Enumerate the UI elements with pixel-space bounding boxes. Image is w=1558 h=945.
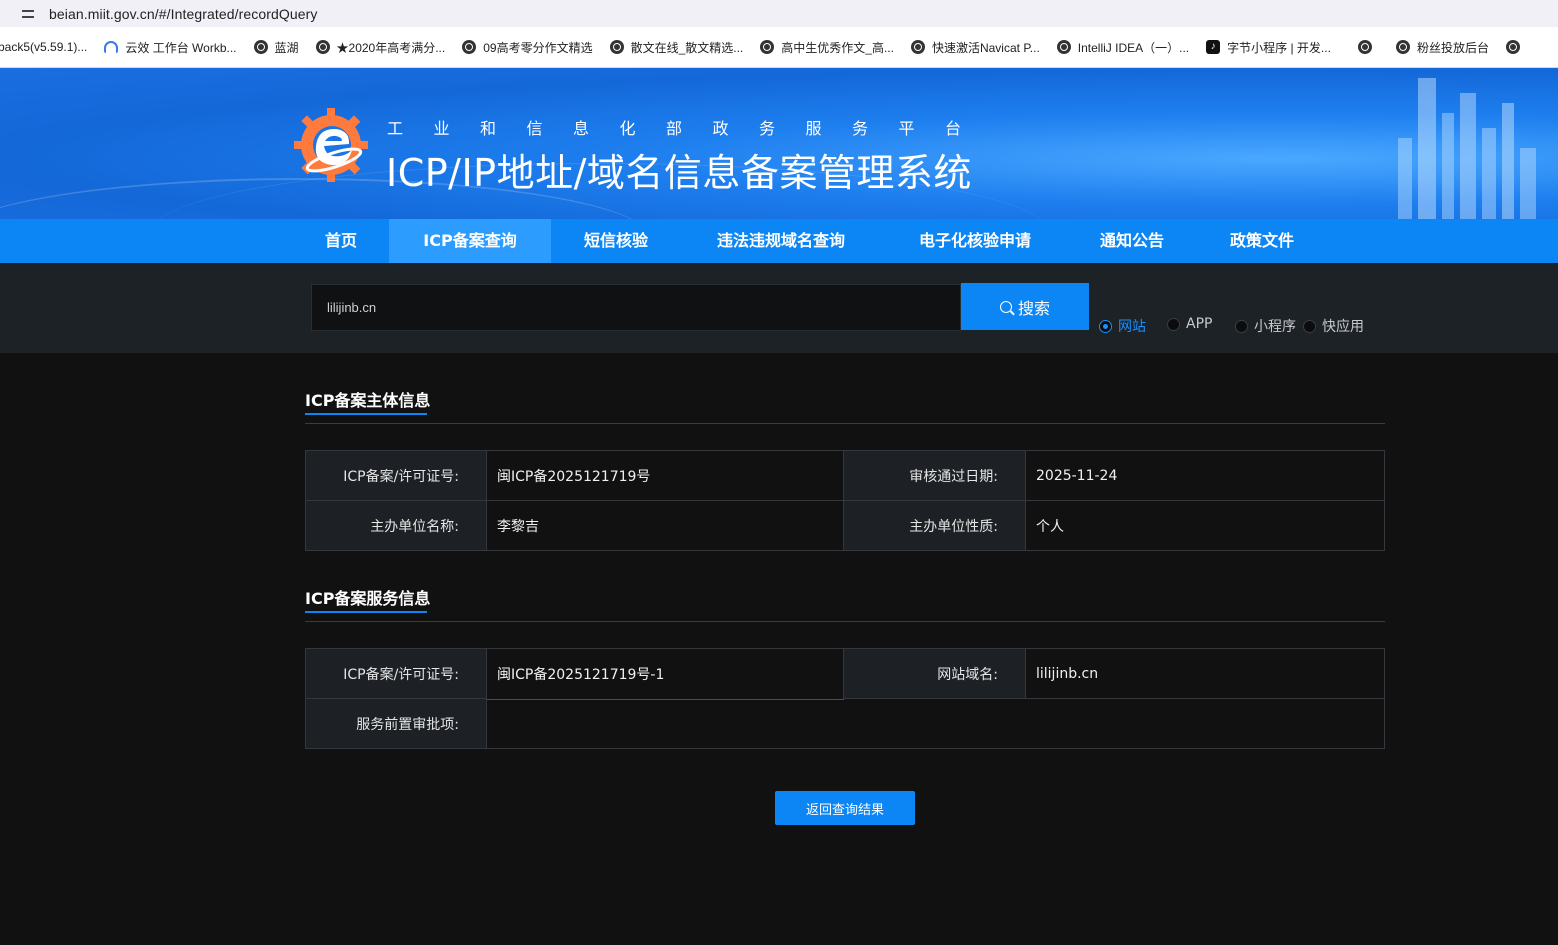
table-divider: [486, 451, 487, 550]
table-divider: [306, 500, 1384, 501]
approval-date-value: 2025-11-24: [1026, 451, 1384, 501]
table-divider: [844, 698, 1384, 699]
globe-icon: [609, 40, 624, 54]
main-nav: 首页 ICP备案查询 短信核验 违法违规域名查询 电子化核验申请 通知公告 政策…: [0, 219, 1558, 263]
radio-icon: [1235, 319, 1248, 333]
table-divider: [1025, 649, 1026, 699]
approval-date-label: 审核通过日期:: [844, 451, 1026, 501]
nav-illegal-domain-query[interactable]: 违法违规域名查询: [696, 219, 866, 263]
bookmark-item[interactable]: 快速激活Navicat P...: [910, 39, 1040, 56]
search-input[interactable]: lilijinb.cn: [311, 284, 961, 331]
bookmark-item[interactable]: [1357, 40, 1379, 54]
bookmarks-bar: back5(v5.59.1)... 云效 工作台 Workb... 蓝湖 ★20…: [0, 27, 1558, 68]
bookmark-item[interactable]: 粉丝投放后台: [1395, 39, 1489, 56]
header-subtitle: 工业和信息化部政务服务平台: [387, 119, 992, 138]
table-divider: [306, 698, 486, 699]
bookmark-item[interactable]: back5(v5.59.1)...: [0, 40, 87, 54]
miit-logo-icon: [294, 108, 368, 182]
table-divider: [487, 699, 844, 700]
globe-icon: [910, 40, 925, 54]
bookmark-item[interactable]: ★2020年高考满分...: [315, 39, 445, 56]
service-license-value: 闽ICP备2025121719号-1: [487, 649, 844, 699]
nav-electronic-verify[interactable]: 电子化核验申请: [898, 219, 1052, 263]
cloud-icon: [104, 41, 119, 53]
section-underline: [305, 611, 427, 613]
radio-mini-program[interactable]: 小程序: [1235, 316, 1296, 336]
page-title: ICP/IP地址/域名信息备案管理系统: [386, 151, 972, 195]
table-divider: [843, 451, 844, 550]
radio-app[interactable]: APP: [1167, 316, 1212, 332]
nav-policy-docs[interactable]: 政策文件: [1212, 219, 1312, 263]
section-underline: [305, 413, 427, 415]
bookmark-item[interactable]: IntelliJ IDEA（一）...: [1056, 39, 1189, 56]
pre-approval-label: 服务前置审批项:: [306, 699, 487, 748]
radio-icon: [1303, 319, 1316, 333]
bookmark-item[interactable]: [1505, 40, 1527, 54]
domain-value: lilijinb.cn: [1026, 649, 1384, 699]
domain-label: 网站域名:: [844, 649, 1026, 699]
nav-home[interactable]: 首页: [305, 219, 377, 263]
nav-icp-query[interactable]: ICP备案查询: [389, 219, 551, 263]
url-text[interactable]: beian.miit.gov.cn/#/Integrated/recordQue…: [49, 6, 318, 22]
globe-icon: [1056, 40, 1071, 54]
globe-icon: [1505, 40, 1520, 54]
service-info-title: ICP备案服务信息: [305, 589, 431, 608]
bookmark-item[interactable]: 散文在线_散文精选...: [609, 39, 743, 56]
table-divider: [1025, 451, 1026, 550]
radio-selected-icon: [1099, 319, 1112, 333]
table-divider: [843, 649, 844, 699]
search-button-label: 搜索: [1017, 298, 1050, 318]
globe-icon: [253, 40, 268, 54]
globe-icon: [315, 40, 330, 54]
organizer-name-value: 李黎吉: [487, 501, 844, 550]
pre-approval-value: [487, 699, 1384, 748]
service-info-table: ICP备案/许可证号: 闽ICP备2025121719号-1 网站域名: lil…: [305, 648, 1385, 749]
city-skyline-icon: [1398, 78, 1536, 219]
bookmark-item[interactable]: 蓝湖: [253, 39, 299, 56]
tiktok-icon: ♪: [1206, 40, 1221, 54]
organizer-type-label: 主办单位性质:: [844, 501, 1026, 550]
license-value: 闽ICP备2025121719号: [487, 451, 844, 501]
service-license-label: ICP备案/许可证号:: [306, 649, 487, 699]
radio-website[interactable]: 网站: [1099, 316, 1146, 336]
organizer-name-label: 主办单位名称:: [306, 501, 487, 550]
section-divider: [305, 621, 1385, 622]
bookmark-item[interactable]: 高中生优秀作文_高...: [760, 39, 894, 56]
nav-notices[interactable]: 通知公告: [1082, 219, 1182, 263]
globe-icon: [1357, 40, 1372, 54]
license-label: ICP备案/许可证号:: [306, 451, 487, 501]
address-bar[interactable]: beian.miit.gov.cn/#/Integrated/recordQue…: [0, 0, 1558, 27]
bookmark-item[interactable]: ♪ 字节小程序 | 开发...: [1206, 39, 1331, 56]
subject-info-title: ICP备案主体信息: [305, 391, 431, 410]
bookmark-item[interactable]: 云效 工作台 Workb...: [104, 39, 237, 56]
back-to-results-button[interactable]: 返回查询结果: [775, 791, 915, 825]
organizer-type-value: 个人: [1026, 501, 1384, 550]
radio-icon: [1167, 317, 1180, 331]
bookmark-item[interactable]: 09高考零分作文精选: [462, 39, 593, 56]
subject-info-table: ICP备案/许可证号: 闽ICP备2025121719号 审核通过日期: 202…: [305, 450, 1385, 551]
globe-icon: [1395, 40, 1410, 54]
nav-sms-verify[interactable]: 短信核验: [566, 219, 666, 263]
globe-icon: [760, 40, 775, 54]
table-divider: [486, 649, 487, 748]
radio-quick-app[interactable]: 快应用: [1303, 316, 1364, 336]
search-button[interactable]: 搜索: [961, 283, 1089, 330]
header-banner: 工业和信息化部政务服务平台 ICP/IP地址/域名信息备案管理系统: [0, 68, 1558, 219]
site-settings-icon[interactable]: [21, 7, 35, 21]
globe-icon: [462, 40, 477, 54]
search-area: lilijinb.cn 搜索 网站 APP 小程序 快应用: [0, 263, 1558, 353]
search-icon: [999, 300, 1012, 313]
section-divider: [305, 423, 1385, 424]
